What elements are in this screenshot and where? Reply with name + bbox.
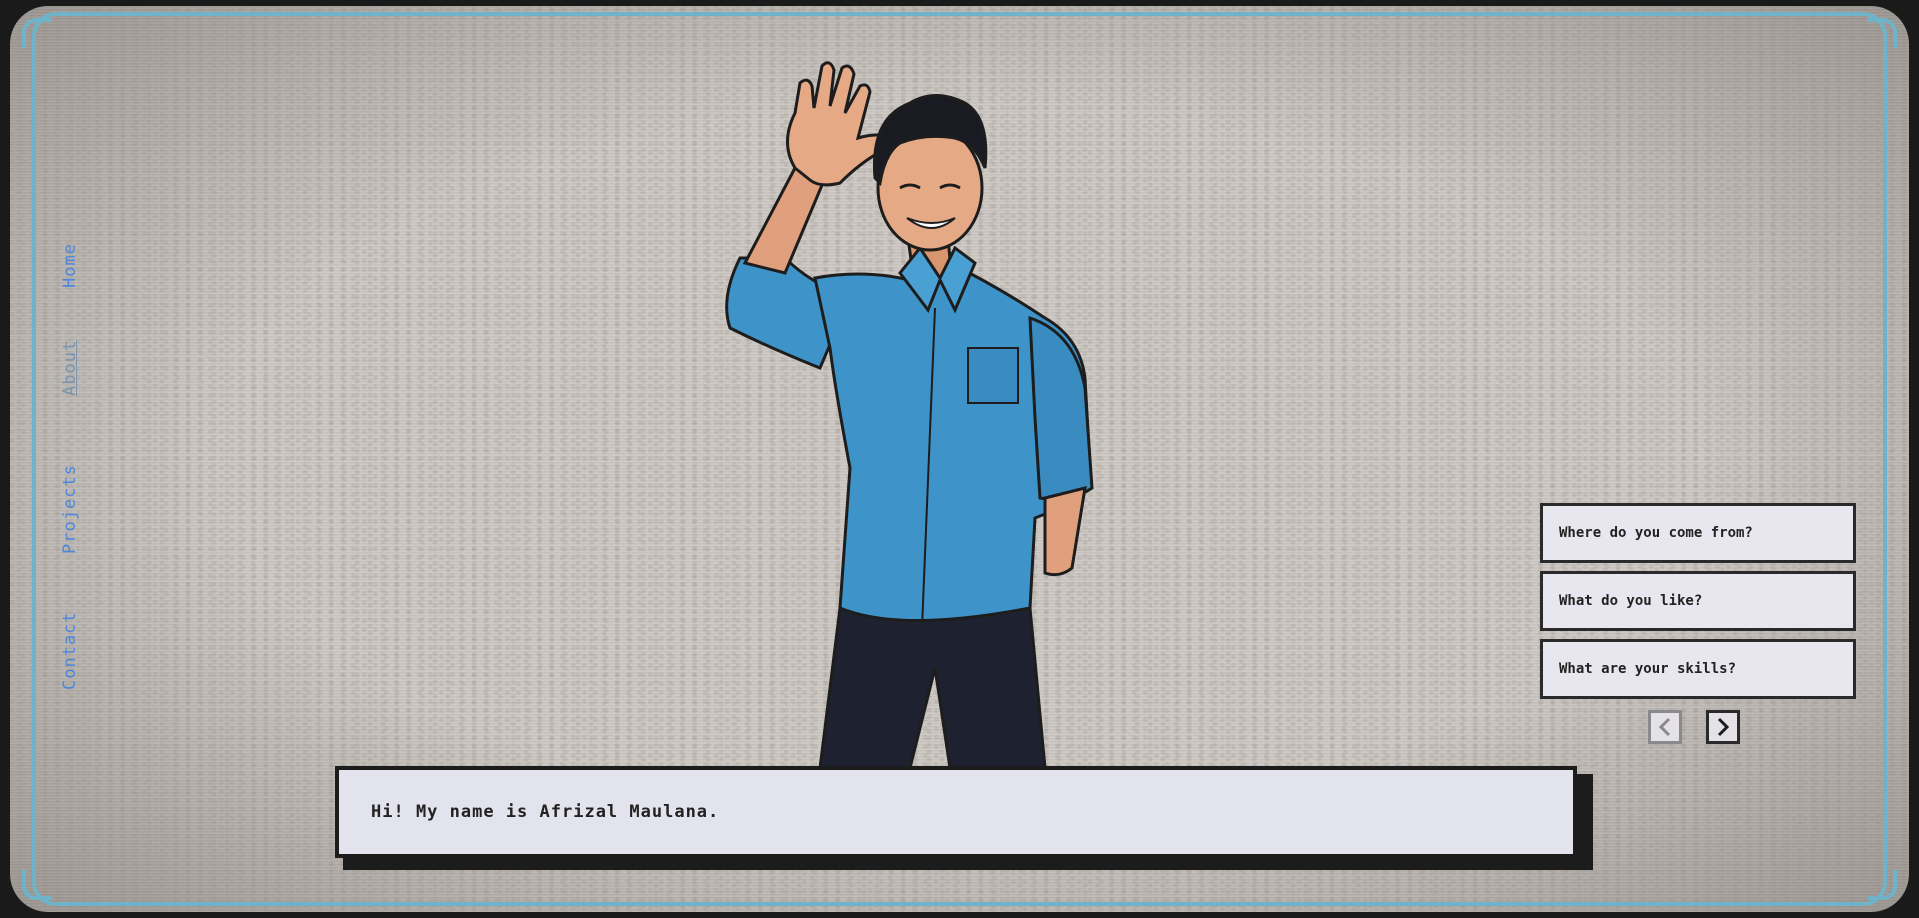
choice-button-skills[interactable]: What are your skills? (1540, 639, 1856, 699)
dialogue-text: Hi! My name is Afrizal Maulana. (371, 802, 720, 822)
choice-label: Where do you come from? (1559, 525, 1753, 541)
choice-pager (1648, 710, 1740, 744)
frame-corner (22, 18, 52, 48)
character-illustration (725, 61, 1094, 768)
dialogue-choices: Where do you come from? What do you like… (1540, 503, 1856, 707)
nav-item-projects[interactable]: Projects (60, 464, 80, 554)
prev-page-button[interactable] (1648, 710, 1682, 744)
choice-button-likes[interactable]: What do you like? (1540, 571, 1856, 631)
choice-label: What are your skills? (1559, 661, 1737, 677)
nav-item-contact[interactable]: Contact (60, 611, 80, 690)
chevron-left-icon (1658, 717, 1671, 737)
frame-corner (1867, 870, 1897, 900)
vertical-nav: Home About Projects Contact (60, 230, 90, 700)
frame-corner (22, 870, 52, 900)
chevron-right-icon (1717, 717, 1730, 737)
nav-item-about[interactable]: About (60, 340, 80, 396)
choice-button-origin[interactable]: Where do you come from? (1540, 503, 1856, 563)
choice-label: What do you like? (1559, 593, 1703, 609)
nav-item-home[interactable]: Home (60, 243, 80, 288)
dialogue-box: Hi! My name is Afrizal Maulana. (335, 766, 1577, 858)
frame-corner (1867, 18, 1897, 48)
next-page-button[interactable] (1706, 710, 1740, 744)
